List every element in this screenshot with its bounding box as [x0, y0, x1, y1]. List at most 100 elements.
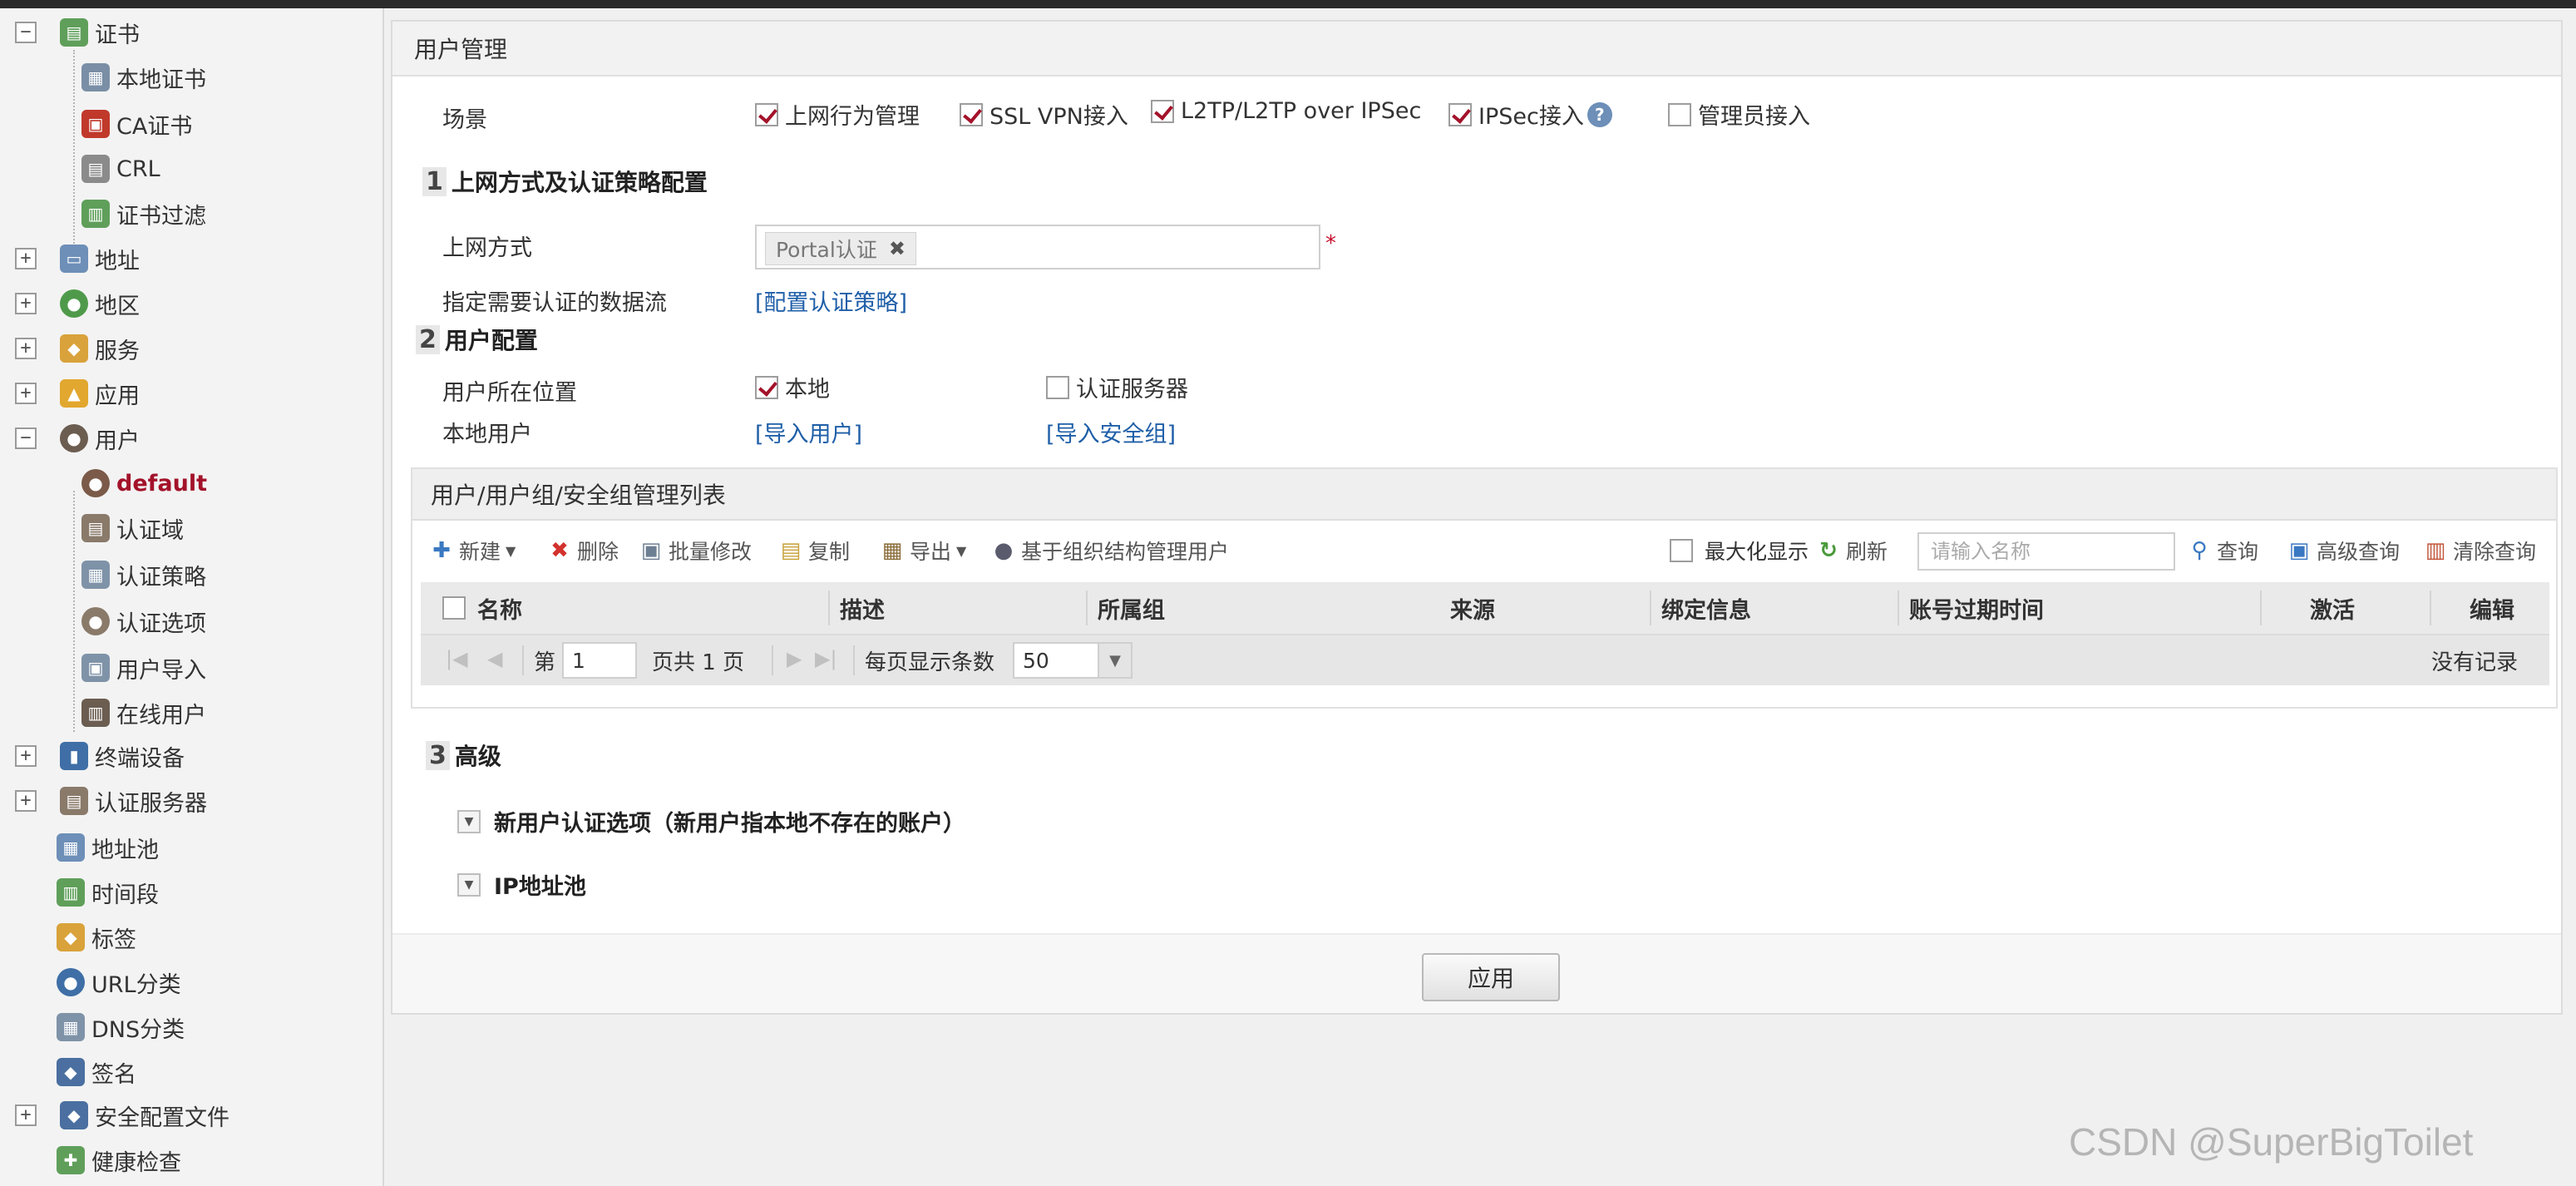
- column-header-binding[interactable]: 绑定信息: [1661, 582, 1751, 634]
- first-page-icon[interactable]: |◀: [446, 647, 468, 670]
- tree-node-url-category[interactable]: ● URL分类: [57, 961, 181, 1003]
- apply-button[interactable]: 应用: [1422, 953, 1560, 1001]
- import-users-link[interactable]: [导入用户]: [755, 416, 862, 448]
- per-page-select[interactable]: 50 ▼: [1013, 642, 1133, 679]
- tree-node-application[interactable]: + ▲ 应用: [0, 373, 140, 414]
- checkbox[interactable]: [1448, 102, 1472, 126]
- tree-label: 地区: [95, 293, 140, 319]
- query-button[interactable]: ⚲ 查询: [2187, 536, 2258, 566]
- tree-label: 认证选项: [116, 610, 206, 637]
- checkbox[interactable]: [960, 102, 983, 126]
- section-advanced: 3 高级: [426, 739, 501, 772]
- column-header-expiry[interactable]: 账号过期时间: [1909, 582, 2044, 634]
- tree-node-time-range[interactable]: ▥ 时间段: [57, 872, 159, 913]
- checkbox[interactable]: [755, 375, 778, 399]
- clear-query-button[interactable]: ▥ 清除查询: [2423, 536, 2536, 566]
- collapse-icon[interactable]: −: [15, 22, 37, 43]
- column-header-edit[interactable]: 编辑: [2470, 582, 2514, 634]
- access-method-input[interactable]: Portal认证 ✖: [755, 225, 1320, 269]
- collapse-icon[interactable]: −: [15, 427, 37, 449]
- tree-label: 签名: [91, 1061, 136, 1088]
- tree-node-auth-domain[interactable]: ▤ 认证域: [81, 507, 184, 549]
- column-header-description[interactable]: 描述: [840, 582, 885, 634]
- name-search-input[interactable]: [1917, 532, 2175, 571]
- tree-node-certificate[interactable]: − ▤ 证书: [0, 12, 140, 53]
- tree-node-terminal-device[interactable]: + ▮ 终端设备: [0, 735, 185, 777]
- tree-node-tag[interactable]: ◆ 标签: [57, 917, 136, 958]
- tree-node-address[interactable]: + ▭ 地址: [0, 238, 140, 279]
- delete-button[interactable]: ✖ 删除: [547, 536, 619, 566]
- help-icon[interactable]: ?: [1587, 101, 1612, 127]
- checkbox[interactable]: [755, 102, 778, 126]
- chevron-down-icon[interactable]: ▼: [1098, 644, 1131, 677]
- expand-icon[interactable]: +: [15, 383, 37, 404]
- remove-tag-icon[interactable]: ✖: [889, 237, 906, 260]
- checkbox-label: 认证服务器: [1076, 377, 1188, 403]
- scene-checkbox-internet-behavior[interactable]: 上网行为管理: [755, 98, 920, 131]
- checkbox[interactable]: [1151, 99, 1174, 123]
- tree-node-crl[interactable]: ▤ CRL: [81, 148, 160, 190]
- tree-node-signature[interactable]: ◆ 签名: [57, 1051, 136, 1093]
- column-header-source[interactable]: 来源: [1450, 582, 1495, 634]
- expand-icon[interactable]: +: [15, 248, 37, 269]
- page-number-input[interactable]: 1: [562, 642, 637, 679]
- expand-icon[interactable]: +: [15, 745, 37, 767]
- tree-label: 健康检查: [91, 1149, 181, 1176]
- import-security-groups-link[interactable]: [导入安全组]: [1046, 416, 1176, 448]
- prev-page-icon[interactable]: ◀: [487, 647, 502, 670]
- scene-checkbox-ssl-vpn[interactable]: SSL VPN接入: [960, 98, 1128, 131]
- checkbox[interactable]: [1046, 375, 1069, 399]
- expand-arrow-icon[interactable]: ▼: [457, 809, 481, 833]
- last-page-icon[interactable]: ▶|: [815, 647, 837, 670]
- location-auth-server-checkbox[interactable]: 认证服务器: [1046, 371, 1188, 403]
- advanced-query-button[interactable]: ▣ 高级查询: [2287, 536, 2400, 566]
- tree-label: 地址: [95, 248, 140, 274]
- scene-checkbox-ipsec[interactable]: IPSec接入 ?: [1448, 98, 1612, 131]
- tree-node-region[interactable]: + ● 地区: [0, 283, 140, 324]
- new-user-auth-options-toggle[interactable]: ▼ 新用户认证选项（新用户指本地不存在的账户）: [457, 805, 965, 838]
- tree-node-user-import[interactable]: ▣ 用户导入: [81, 647, 206, 689]
- checkbox[interactable]: [1668, 102, 1691, 126]
- expand-icon[interactable]: +: [15, 1104, 37, 1126]
- tree-node-security-profile[interactable]: + ◆ 安全配置文件: [0, 1095, 229, 1136]
- section-number: 3: [426, 740, 450, 770]
- column-divider: [828, 591, 830, 625]
- ip-address-pool-toggle[interactable]: ▼ IP地址池: [457, 868, 586, 901]
- tree-node-service[interactable]: + ◆ 服务: [0, 328, 140, 369]
- expand-arrow-icon[interactable]: ▼: [457, 872, 481, 897]
- checkbox[interactable]: [1670, 539, 1693, 562]
- location-local-checkbox[interactable]: 本地: [755, 371, 830, 403]
- tree-node-default[interactable]: ● default: [81, 462, 207, 504]
- tree-node-cert-filter[interactable]: ▥ 证书过滤: [81, 193, 206, 235]
- tree-node-dns-category[interactable]: ▦ DNS分类: [57, 1006, 185, 1048]
- column-header-active[interactable]: 激活: [2310, 582, 2355, 634]
- copy-button[interactable]: ▤ 复制: [778, 536, 850, 566]
- maximize-checkbox[interactable]: 最大化显示: [1670, 536, 1809, 566]
- tree-node-online-users[interactable]: ▥ 在线用户: [81, 692, 206, 734]
- tree-node-user[interactable]: − ● 用户: [0, 418, 140, 459]
- expand-icon[interactable]: +: [15, 790, 37, 812]
- tree-node-ca-cert[interactable]: ▣ CA证书: [81, 103, 192, 145]
- tree-node-address-pool[interactable]: ▦ 地址池: [57, 827, 159, 868]
- tree-label: CA证书: [116, 113, 193, 140]
- new-button[interactable]: ✚ 新建 ▼: [429, 536, 516, 566]
- select-all-checkbox[interactable]: [442, 596, 466, 620]
- org-manage-users-button[interactable]: ● 基于组织结构管理用户: [991, 536, 1229, 566]
- scene-checkbox-admin[interactable]: 管理员接入: [1668, 98, 1810, 131]
- configure-auth-policy-link[interactable]: [配置认证策略]: [755, 284, 907, 317]
- tree-node-auth-options[interactable]: ● 认证选项: [81, 600, 206, 642]
- tree-node-auth-server[interactable]: + ▤ 认证服务器: [0, 780, 207, 822]
- tree-node-health-check[interactable]: ✚ 健康检查: [57, 1139, 181, 1181]
- shield-icon: ◆: [60, 1101, 88, 1129]
- expand-icon[interactable]: +: [15, 338, 37, 359]
- batch-edit-button[interactable]: ▣ 批量修改: [639, 536, 752, 566]
- next-page-icon[interactable]: ▶: [787, 647, 802, 670]
- expand-icon[interactable]: +: [15, 293, 37, 314]
- scene-checkbox-l2tp[interactable]: L2TP/L2TP over IPSec: [1151, 98, 1421, 124]
- tree-node-auth-policy[interactable]: ▦ 认证策略: [81, 554, 206, 595]
- select-all-header[interactable]: 名称: [442, 582, 522, 634]
- column-header-group[interactable]: 所属组: [1098, 582, 1165, 634]
- tree-node-local-cert[interactable]: ▦ 本地证书: [81, 57, 206, 98]
- refresh-button[interactable]: ↻ 刷新: [1816, 536, 1888, 566]
- export-button[interactable]: ▦ 导出 ▼: [880, 536, 967, 566]
